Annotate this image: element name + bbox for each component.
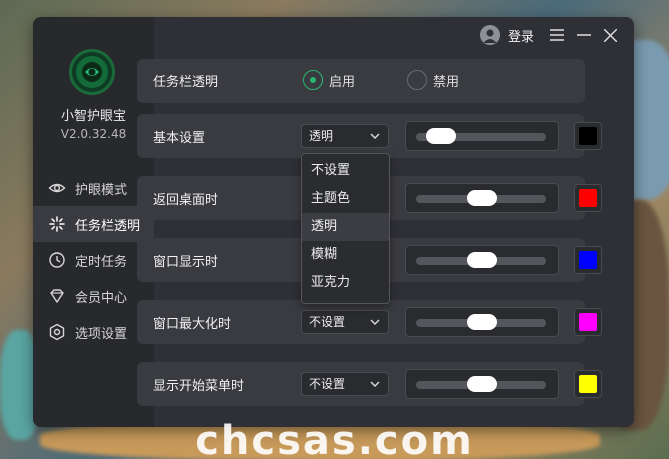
sidebar-item-membership[interactable]: 会员中心 xyxy=(33,278,154,314)
row-label: 任务栏透明 xyxy=(153,75,219,90)
color-picker[interactable] xyxy=(574,122,602,150)
chevron-down-icon xyxy=(370,319,380,325)
user-avatar-icon[interactable] xyxy=(480,25,500,45)
radio-checked-icon xyxy=(303,70,323,90)
dropdown-option[interactable]: 模糊 xyxy=(302,241,389,269)
menu-icon[interactable] xyxy=(547,25,567,45)
slider-thumb[interactable] xyxy=(426,128,457,144)
sidebar-item-scheduled-tasks[interactable]: 定时任务 xyxy=(33,242,154,278)
close-icon[interactable] xyxy=(600,25,620,45)
setting-row-window-maximized: 窗口最大化时 不设置 xyxy=(137,300,602,344)
select-value: 不设置 xyxy=(309,315,346,329)
opacity-slider[interactable] xyxy=(405,121,559,151)
app-name: 小智护眼宝 xyxy=(60,109,126,124)
opacity-slider[interactable] xyxy=(405,369,559,399)
slider-thumb[interactable] xyxy=(467,190,497,206)
row-label: 窗口最大化时 xyxy=(153,317,232,332)
dropdown-option[interactable]: 亚克力 xyxy=(302,269,389,297)
sidebar: 小智护眼宝 V2.0.32.48 护眼模式 任务栏透明 定时任务 会员中心 选项… xyxy=(33,17,154,427)
sidebar-nav: 护眼模式 任务栏透明 定时任务 会员中心 选项设置 xyxy=(33,170,154,350)
diamond-icon xyxy=(48,287,66,305)
setting-row-basic: 基本设置 透明 xyxy=(137,114,602,158)
dropdown-option[interactable]: 透明 xyxy=(302,213,389,241)
row-label: 返回桌面时 xyxy=(153,193,219,208)
clock-icon xyxy=(48,251,66,269)
sidebar-item-eye-mode[interactable]: 护眼模式 xyxy=(33,170,154,206)
app-logo xyxy=(69,49,115,95)
sidebar-item-label: 定时任务 xyxy=(75,254,128,270)
eye-icon xyxy=(48,179,66,197)
mode-select[interactable]: 透明 xyxy=(301,124,389,148)
color-picker[interactable] xyxy=(574,370,602,398)
radio-label: 启用 xyxy=(329,74,356,90)
slider-thumb[interactable] xyxy=(467,252,497,268)
slider-thumb[interactable] xyxy=(467,314,497,330)
opacity-slider[interactable] xyxy=(405,307,559,337)
dropdown-option[interactable]: 主题色 xyxy=(302,185,389,213)
color-picker[interactable] xyxy=(574,246,602,274)
row-label: 显示开始菜单时 xyxy=(153,379,245,394)
select-value: 不设置 xyxy=(309,377,346,391)
color-swatch xyxy=(579,375,597,393)
opacity-slider[interactable] xyxy=(405,245,559,275)
opacity-slider[interactable] xyxy=(405,183,559,213)
sidebar-item-label: 选项设置 xyxy=(75,326,128,342)
radio-label: 禁用 xyxy=(433,74,460,90)
watermark: chcsas.com xyxy=(195,418,474,459)
hexagon-settings-icon xyxy=(48,323,66,341)
setting-row-start-menu: 显示开始菜单时 不设置 xyxy=(137,362,602,406)
radio-enable[interactable]: 启用 xyxy=(303,70,355,90)
slider-thumb[interactable] xyxy=(467,376,497,392)
mode-select[interactable]: 不设置 xyxy=(301,372,389,396)
app-version: V2.0.32.48 xyxy=(60,127,127,141)
minimize-icon[interactable] xyxy=(574,25,594,45)
color-swatch xyxy=(579,127,597,145)
radio-disable[interactable]: 禁用 xyxy=(407,70,459,90)
mode-dropdown-menu: 不设置 主题色 透明 模糊 亚克力 xyxy=(301,153,390,304)
taskbar-transparent-row: 任务栏透明 启用 禁用 xyxy=(137,59,585,103)
color-swatch xyxy=(579,251,597,269)
dropdown-option[interactable]: 不设置 xyxy=(302,157,389,185)
sidebar-item-label: 护眼模式 xyxy=(75,182,128,198)
color-swatch xyxy=(579,313,597,331)
title-bar: 登录 xyxy=(154,17,634,53)
sidebar-item-label: 任务栏透明 xyxy=(75,218,141,234)
color-swatch xyxy=(579,189,597,207)
sparkle-icon xyxy=(48,215,66,233)
color-picker[interactable] xyxy=(574,184,602,212)
eye-logo-icon xyxy=(76,56,108,88)
row-label: 窗口显示时 xyxy=(153,255,219,270)
login-link[interactable]: 登录 xyxy=(508,26,534,45)
chevron-down-icon xyxy=(370,133,380,139)
row-label: 基本设置 xyxy=(153,131,206,146)
chevron-down-icon xyxy=(370,381,380,387)
mode-select[interactable]: 不设置 xyxy=(301,310,389,334)
sidebar-item-taskbar-transparent[interactable]: 任务栏透明 xyxy=(33,206,154,242)
select-value: 透明 xyxy=(309,129,334,143)
sidebar-item-options[interactable]: 选项设置 xyxy=(33,314,154,350)
radio-unchecked-icon xyxy=(407,70,427,90)
color-picker[interactable] xyxy=(574,308,602,336)
sidebar-item-label: 会员中心 xyxy=(75,290,128,306)
